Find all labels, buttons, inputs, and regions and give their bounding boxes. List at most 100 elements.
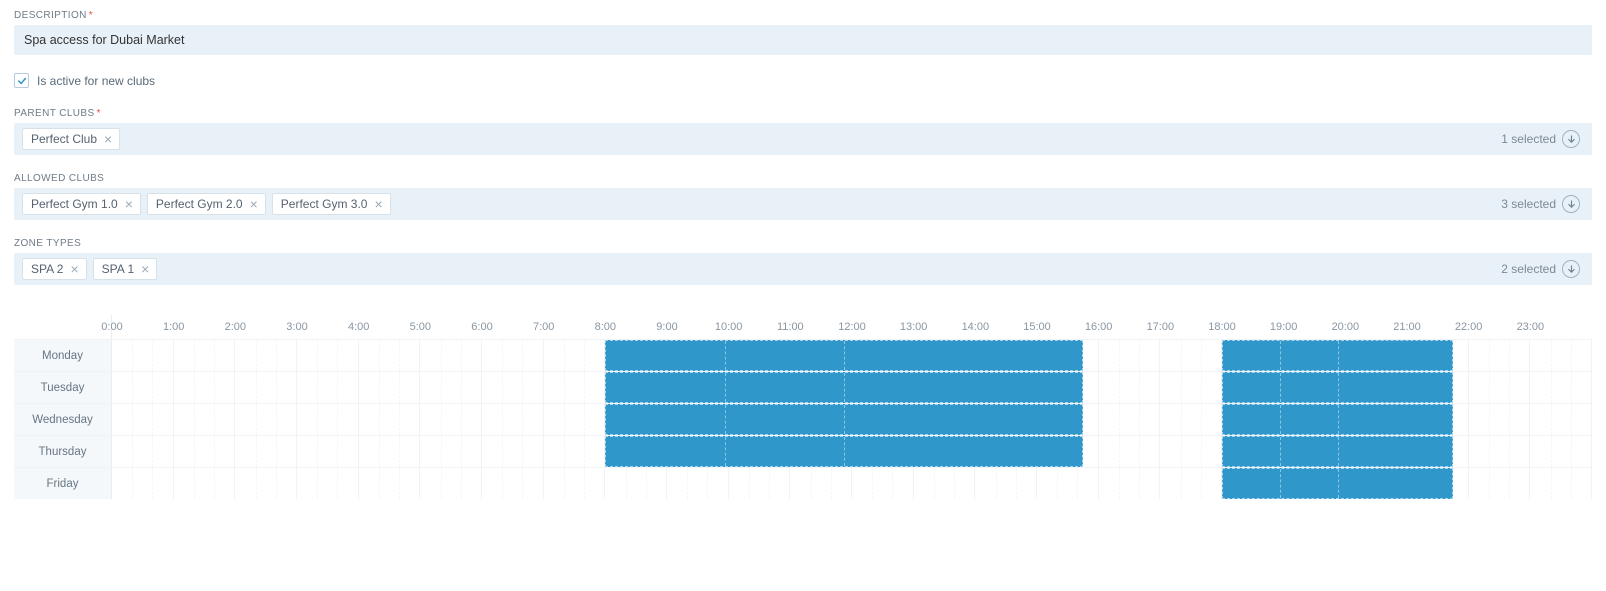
hour-cell[interactable] xyxy=(297,372,359,403)
hour-cell[interactable] xyxy=(174,340,236,371)
hour-cell[interactable] xyxy=(174,468,236,499)
hour-cell[interactable] xyxy=(544,404,606,435)
hour-cell[interactable] xyxy=(420,404,482,435)
time-block[interactable] xyxy=(605,340,1083,371)
hour-cell[interactable] xyxy=(544,372,606,403)
hour-cell[interactable] xyxy=(605,468,667,499)
remove-chip-icon[interactable]: × xyxy=(103,132,113,146)
hour-cell[interactable] xyxy=(729,468,791,499)
remove-chip-icon[interactable]: × xyxy=(249,197,259,211)
hour-cell[interactable] xyxy=(235,468,297,499)
hour-cell[interactable] xyxy=(975,468,1037,499)
hour-cell[interactable] xyxy=(1469,468,1531,499)
hour-label: 4:00 xyxy=(328,315,390,339)
hour-cell[interactable] xyxy=(297,404,359,435)
hour-cell[interactable] xyxy=(112,340,174,371)
hour-cell[interactable] xyxy=(1160,468,1222,499)
time-block[interactable] xyxy=(605,372,1083,403)
hour-cell[interactable] xyxy=(359,340,421,371)
hour-cell[interactable] xyxy=(914,468,976,499)
hour-cell[interactable] xyxy=(420,340,482,371)
hour-cell[interactable] xyxy=(544,340,606,371)
active-checkbox[interactable] xyxy=(14,73,29,88)
description-input[interactable] xyxy=(14,25,1592,55)
hour-cell[interactable] xyxy=(420,372,482,403)
remove-chip-icon[interactable]: × xyxy=(140,262,150,276)
day-cells[interactable] xyxy=(112,468,1592,499)
hour-cell[interactable] xyxy=(297,468,359,499)
hour-cell[interactable] xyxy=(1469,404,1531,435)
hour-cell[interactable] xyxy=(544,436,606,467)
hour-cell[interactable] xyxy=(852,468,914,499)
hour-cell[interactable] xyxy=(482,372,544,403)
hour-cell[interactable] xyxy=(1160,436,1222,467)
hour-cell[interactable] xyxy=(790,468,852,499)
hour-cell[interactable] xyxy=(112,468,174,499)
hour-cell[interactable] xyxy=(482,404,544,435)
time-block[interactable] xyxy=(1222,468,1453,499)
time-block[interactable] xyxy=(1222,436,1453,467)
description-label-text: DESCRIPTION xyxy=(14,10,87,21)
hour-cell[interactable] xyxy=(667,468,729,499)
hour-cell[interactable] xyxy=(1099,404,1161,435)
hour-cell[interactable] xyxy=(174,404,236,435)
hour-cell[interactable] xyxy=(1160,372,1222,403)
hour-cell[interactable] xyxy=(1099,340,1161,371)
hour-cell[interactable] xyxy=(482,436,544,467)
hour-cell[interactable] xyxy=(112,404,174,435)
remove-chip-icon[interactable]: × xyxy=(373,197,383,211)
time-block[interactable] xyxy=(605,404,1083,435)
parent-clubs-label: PARENT CLUBS* xyxy=(14,108,1592,119)
hour-cell[interactable] xyxy=(112,372,174,403)
time-block[interactable] xyxy=(1222,404,1453,435)
zone-types-select[interactable]: SPA 2×SPA 1×2 selected xyxy=(14,253,1592,285)
hour-cell[interactable] xyxy=(112,436,174,467)
hour-cell[interactable] xyxy=(235,340,297,371)
day-cells[interactable] xyxy=(112,372,1592,403)
day-cells[interactable] xyxy=(112,340,1592,371)
chevron-down-icon xyxy=(1567,135,1576,144)
parent-clubs-select[interactable]: Perfect Club×1 selected xyxy=(14,123,1592,155)
remove-chip-icon[interactable]: × xyxy=(124,197,134,211)
hour-cell[interactable] xyxy=(235,404,297,435)
hour-cell[interactable] xyxy=(1099,468,1161,499)
hour-cell[interactable] xyxy=(420,436,482,467)
time-block[interactable] xyxy=(1222,372,1453,403)
remove-chip-icon[interactable]: × xyxy=(69,262,79,276)
hour-cell[interactable] xyxy=(359,436,421,467)
hour-cell[interactable] xyxy=(174,372,236,403)
hour-cell[interactable] xyxy=(1530,468,1592,499)
hour-cell[interactable] xyxy=(1469,372,1531,403)
hour-cell[interactable] xyxy=(1530,404,1592,435)
time-block[interactable] xyxy=(1222,340,1453,371)
hour-cell[interactable] xyxy=(482,468,544,499)
time-block[interactable] xyxy=(605,436,1083,467)
allowed-clubs-select[interactable]: Perfect Gym 1.0×Perfect Gym 2.0×Perfect … xyxy=(14,188,1592,220)
day-cells[interactable] xyxy=(112,436,1592,467)
hour-cell[interactable] xyxy=(297,436,359,467)
hour-cell[interactable] xyxy=(1037,468,1099,499)
hour-cell[interactable] xyxy=(297,340,359,371)
hour-cell[interactable] xyxy=(1160,340,1222,371)
expand-dropdown-button[interactable] xyxy=(1562,130,1580,148)
hour-cell[interactable] xyxy=(1530,340,1592,371)
hour-cell[interactable] xyxy=(482,340,544,371)
expand-dropdown-button[interactable] xyxy=(1562,260,1580,278)
hour-cell[interactable] xyxy=(1099,436,1161,467)
hour-cell[interactable] xyxy=(1530,372,1592,403)
day-cells[interactable] xyxy=(112,404,1592,435)
hour-cell[interactable] xyxy=(359,404,421,435)
hour-cell[interactable] xyxy=(1469,340,1531,371)
hour-cell[interactable] xyxy=(1160,404,1222,435)
hour-cell[interactable] xyxy=(235,372,297,403)
hour-cell[interactable] xyxy=(1530,436,1592,467)
hour-cell[interactable] xyxy=(1099,372,1161,403)
hour-cell[interactable] xyxy=(359,468,421,499)
hour-cell[interactable] xyxy=(420,468,482,499)
hour-cell[interactable] xyxy=(235,436,297,467)
hour-cell[interactable] xyxy=(174,436,236,467)
hour-cell[interactable] xyxy=(1469,436,1531,467)
hour-cell[interactable] xyxy=(544,468,606,499)
expand-dropdown-button[interactable] xyxy=(1562,195,1580,213)
hour-cell[interactable] xyxy=(359,372,421,403)
